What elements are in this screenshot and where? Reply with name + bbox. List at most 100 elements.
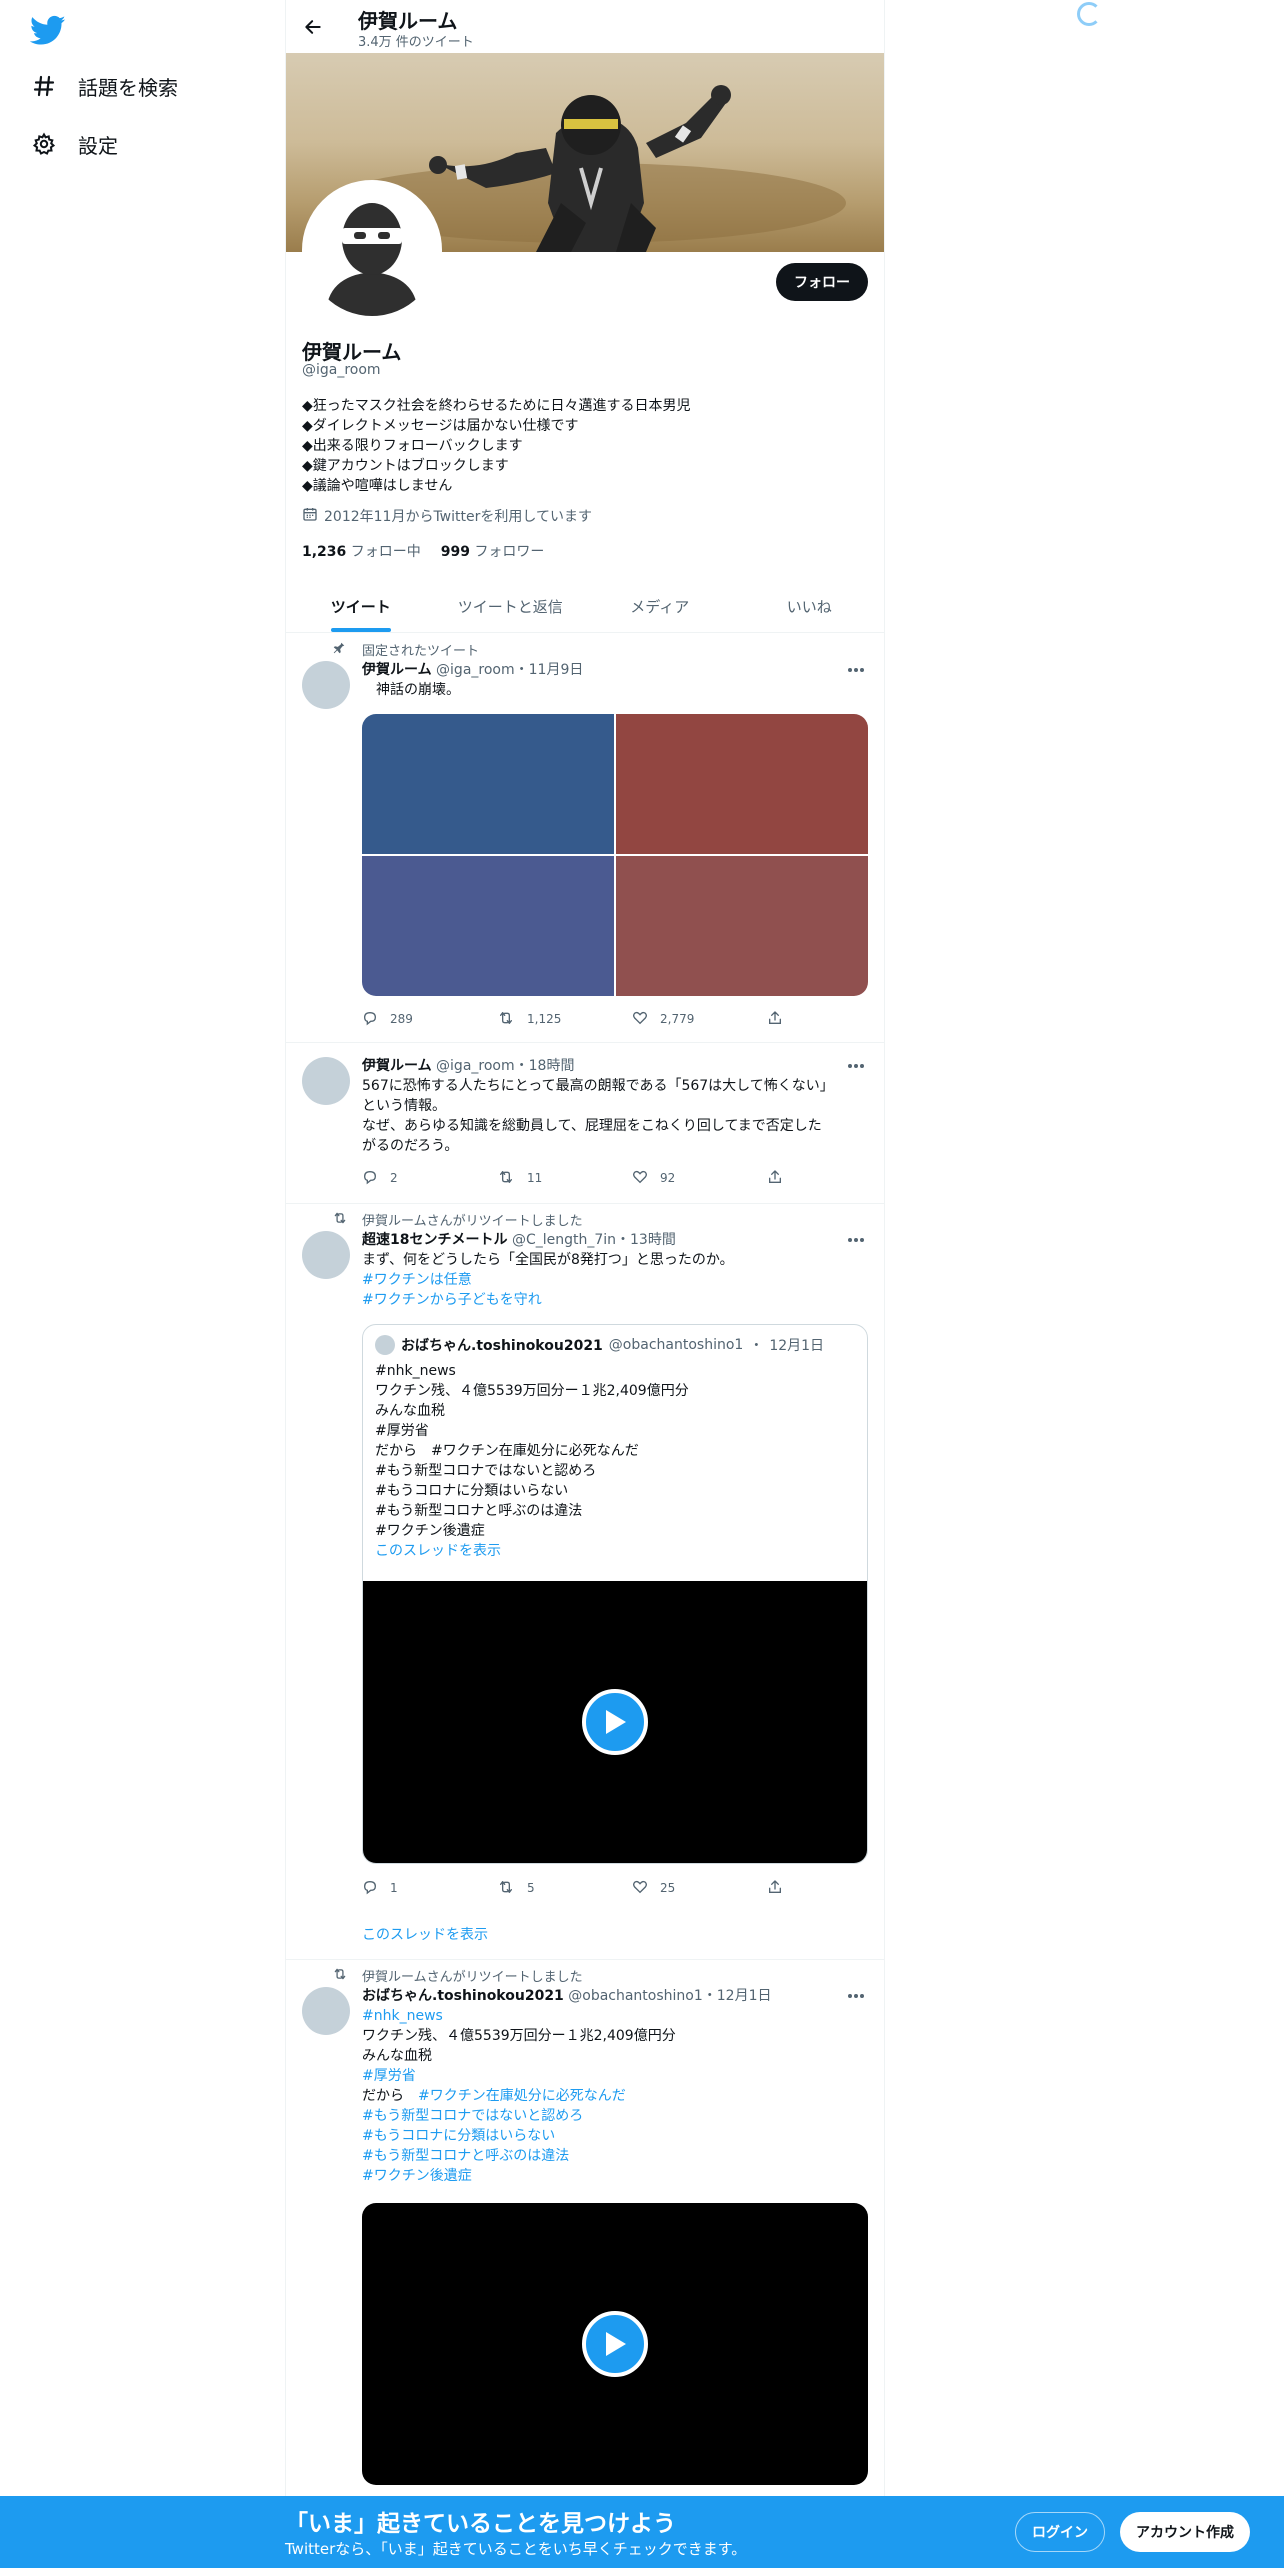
- retweet-context: 伊賀ルームさんがリツイートしました: [334, 1210, 583, 1229]
- profile-avatar[interactable]: [302, 180, 442, 320]
- hashtag-link[interactable]: #ワクチンから子どもを守れ: [362, 1290, 868, 1310]
- hashtag-link[interactable]: #ワクチンは任意: [362, 1270, 868, 1290]
- avatar[interactable]: [302, 1987, 350, 2035]
- video-player[interactable]: [363, 1581, 867, 1863]
- follow-button[interactable]: フォロー: [776, 263, 868, 301]
- retweet-button[interactable]: 5: [497, 1878, 632, 1898]
- hashtag-link[interactable]: #ワクチン後遺症: [362, 2166, 868, 2186]
- tweet-actions: 1 5 25: [362, 1878, 792, 1898]
- avatar[interactable]: [302, 1057, 350, 1105]
- hashtag-link[interactable]: #厚労省: [362, 2066, 868, 2086]
- share-icon: [767, 1879, 783, 1898]
- tab-media[interactable]: メディア: [585, 580, 735, 632]
- left-navigation: 話題を検索 設定: [0, 0, 285, 2568]
- following-label: フォロー中: [350, 544, 421, 560]
- following-count: 1,236: [302, 544, 347, 560]
- play-icon[interactable]: [582, 1689, 648, 1755]
- share-button[interactable]: [767, 1168, 792, 1188]
- share-button[interactable]: [767, 1878, 792, 1898]
- tab-tweets[interactable]: ツイート: [286, 580, 436, 632]
- tab-tweets-and-replies[interactable]: ツイートと返信: [436, 580, 586, 632]
- media-image[interactable]: [362, 856, 614, 996]
- hashtag-link[interactable]: #もう新型コロナではないと認めろ: [362, 2106, 868, 2126]
- media-image[interactable]: [616, 714, 868, 854]
- quoted-tweet-text: #nhk_news ワクチン残、４億5539万回分ー１兆2,409億円分 みんな…: [375, 1361, 689, 1561]
- tweet-text-line: 神話の崩壊。: [362, 682, 460, 698]
- more-options-icon[interactable]: [844, 1056, 868, 1076]
- like-button[interactable]: 92: [632, 1168, 767, 1188]
- avatar[interactable]: [302, 661, 350, 709]
- video-player[interactable]: [362, 2203, 868, 2485]
- meta-separator: ・: [616, 1232, 631, 1248]
- tweet-author-name[interactable]: おばちゃん.toshinokou2021: [362, 1988, 564, 2004]
- reply-button[interactable]: 2: [362, 1168, 497, 1188]
- loading-spinner-icon: [1077, 2, 1101, 26]
- heart-icon: [632, 1010, 648, 1029]
- media-image[interactable]: [616, 856, 868, 996]
- twitter-logo-icon[interactable]: [29, 12, 66, 48]
- login-button[interactable]: ログイン: [1015, 2512, 1105, 2552]
- quoted-text-line: みんな血税: [375, 1403, 445, 1419]
- tweet[interactable]: 伊賀ルーム @iga_room・18時間 567に恐怖する人たちにとって最高の朗…: [286, 1043, 884, 1204]
- share-button[interactable]: [767, 1009, 792, 1029]
- tweet-timestamp[interactable]: 18時間: [529, 1058, 575, 1074]
- avatar[interactable]: [302, 1231, 350, 1279]
- tweet-author-name[interactable]: 伊賀ルーム: [362, 662, 432, 678]
- more-options-icon[interactable]: [844, 660, 868, 680]
- signup-button[interactable]: アカウント作成: [1120, 2512, 1250, 2552]
- tweet-timestamp[interactable]: 12月1日: [717, 1988, 772, 2004]
- tweet[interactable]: 伊賀ルームさんがリツイートしました 超速18センチメートル @C_length_…: [286, 1204, 884, 1960]
- hashtag-link[interactable]: #もうコロナに分類はいらない: [362, 2126, 868, 2146]
- hashtag-link[interactable]: #ワクチン在庫処分に必死なんだ: [418, 2088, 626, 2104]
- following-link[interactable]: 1,236 フォロー中: [302, 541, 421, 561]
- hashtag-link[interactable]: #もう新型コロナと呼ぶのは違法: [362, 2146, 868, 2166]
- quoted-tweet[interactable]: おばちゃん.toshinokou2021 @obachantoshino1 ・ 12…: [362, 1324, 868, 1864]
- media-image[interactable]: [362, 714, 614, 854]
- meta-separator: ・: [514, 662, 529, 678]
- tweet-timestamp[interactable]: 11月9日: [529, 662, 584, 678]
- hashtag-link[interactable]: #nhk_news: [362, 2006, 868, 2026]
- like-button[interactable]: 2,779: [632, 1009, 767, 1029]
- signup-prompt-bar: 「いま」起きていることを見つけよう Twitterなら、「いま」起きていることを…: [0, 2496, 1284, 2568]
- retweet-button[interactable]: 11: [497, 1168, 632, 1188]
- retweet-context-label[interactable]: 伊賀ルームさんがリツイートしました: [362, 1210, 583, 1229]
- nav-settings[interactable]: 設定: [30, 122, 118, 166]
- show-thread-link[interactable]: このスレッドを表示: [362, 1924, 488, 1944]
- tweet[interactable]: 伊賀ルームさんがリツイートしました おばちゃん.toshinokou2021 @…: [286, 1960, 884, 2496]
- reply-icon: [362, 1169, 378, 1188]
- tweet-author-name[interactable]: 超速18センチメートル: [362, 1232, 507, 1248]
- retweet-context-label[interactable]: 伊賀ルームさんがリツイートしました: [362, 1966, 583, 1985]
- tweet-meta: 伊賀ルーム @iga_room・18時間: [362, 1055, 574, 1075]
- tweet-text-line: ワクチン残、４億5539万回分ー１兆2,409億円分: [362, 2028, 676, 2044]
- profile-tabs: ツイート ツイートと返信 メディア いいね: [286, 580, 884, 633]
- quoted-author-name: おばちゃん.toshinokou2021: [401, 1338, 603, 1354]
- followers-link[interactable]: 999 フォロワー: [441, 541, 545, 561]
- reply-button[interactable]: 1: [362, 1878, 497, 1898]
- back-arrow-icon[interactable]: [298, 12, 328, 42]
- reply-button[interactable]: 289: [362, 1009, 497, 1029]
- nav-explore[interactable]: 話題を検索: [30, 64, 178, 108]
- more-options-icon[interactable]: [844, 1230, 868, 1250]
- like-button[interactable]: 25: [632, 1878, 767, 1898]
- prompt-title: 「いま」起きていることを見つけよう: [285, 2511, 676, 2537]
- retweet-button[interactable]: 1,125: [497, 1009, 632, 1029]
- tweet-meta: 伊賀ルーム @iga_room・11月9日: [362, 659, 583, 679]
- quoted-tweet-meta: おばちゃん.toshinokou2021 @obachantoshino1 ・ 12…: [375, 1335, 824, 1355]
- play-icon[interactable]: [582, 2311, 648, 2377]
- more-options-icon[interactable]: [844, 1986, 868, 2006]
- quoted-author-handle: @obachantoshino1: [608, 1337, 744, 1353]
- meta-separator: ・: [749, 1338, 764, 1354]
- tweet[interactable]: 固定されたツイート 伊賀ルーム @iga_room・11月9日 神話の崩壊。 2…: [286, 634, 884, 1043]
- like-count: 25: [660, 1881, 676, 1895]
- tab-likes[interactable]: いいね: [735, 580, 885, 632]
- pinned-label: 固定されたツイート: [362, 644, 480, 659]
- quoted-timestamp: 12月1日: [769, 1338, 825, 1354]
- tweet-text-line: まず、何をどうしたら「全国民が8発打つ」と思ったのか。: [362, 1252, 734, 1268]
- tweet-author-name[interactable]: 伊賀ルーム: [362, 1058, 432, 1074]
- quoted-show-thread-link[interactable]: このスレッドを表示: [375, 1541, 689, 1561]
- retweet-count: 1,125: [527, 1012, 562, 1026]
- tweet-timestamp[interactable]: 13時間: [630, 1232, 676, 1248]
- profile-bio: ◆狂ったマスク社会を終わらせるために日々邁進する日本男児 ◆ダイレクトメッセージ…: [302, 396, 691, 496]
- reply-count: 1: [390, 1881, 398, 1895]
- tweet-text-line-part: だから: [362, 2088, 418, 2104]
